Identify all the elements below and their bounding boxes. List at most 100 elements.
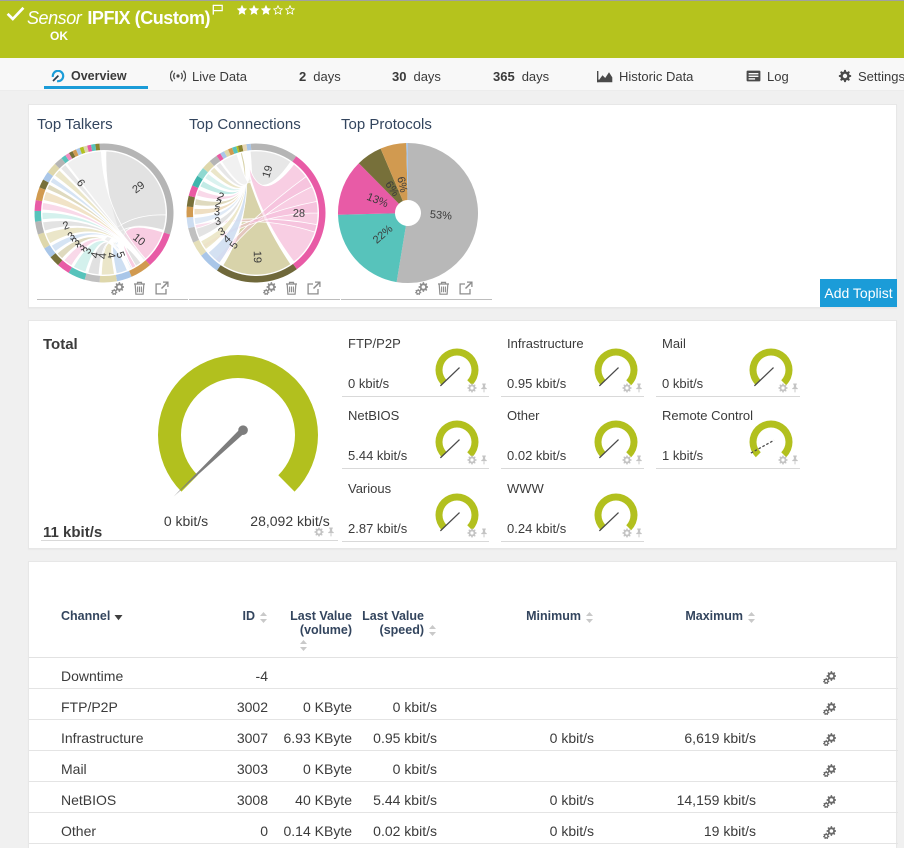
toplist-title[interactable]: Top Talkers	[37, 116, 113, 133]
star-filled-icon[interactable]	[237, 5, 247, 15]
table-row-mail[interactable]: Mail 3003 0 KByte 0 kbit/s	[29, 750, 898, 782]
table-row-infrastructure[interactable]: Infrastructure 3007 6.93 KByte 0.95 kbit/s 0…	[29, 719, 898, 751]
channel-gauge-value: 0 kbit/s	[348, 376, 390, 391]
tab-log[interactable]: Log	[746, 58, 789, 91]
toplist-title[interactable]: Top Protocols	[341, 116, 432, 133]
channel-settings-gears-icon[interactable]	[823, 668, 837, 684]
gauge-pin-icon[interactable]	[635, 383, 643, 393]
star-filled-icon[interactable]	[249, 5, 259, 15]
gauge-settings-gear-icon[interactable]	[467, 527, 477, 538]
star-empty-icon[interactable]	[273, 5, 283, 15]
gauge-settings-gear-icon[interactable]	[467, 455, 477, 465]
toplist-open-external-link-icon[interactable]	[155, 281, 169, 295]
channel-gauge-value: 2.87 kbit/s	[348, 520, 408, 536]
toplist-settings-gears-icon[interactable]	[415, 281, 428, 295]
star-empty-icon[interactable]	[285, 5, 295, 15]
gauge-pin-icon[interactable]	[791, 455, 799, 465]
star-filled-icon[interactable]	[261, 5, 271, 15]
sort-icon[interactable]	[259, 610, 268, 624]
toplist-open-external-link-icon[interactable]	[459, 281, 473, 295]
channel-gauge-cell-various: Various 2.87 kbit/s	[342, 470, 489, 542]
column-header-maximum[interactable]: Maximum	[685, 609, 743, 623]
top-talkers-chart[interactable]: 29 10 6 5 4 4 4 3 3 3 3 2	[29, 138, 179, 288]
cell-id: 3003	[181, 750, 268, 782]
toplist-settings-gears-icon[interactable]	[263, 281, 276, 295]
gauge-settings-gear-icon[interactable]	[467, 383, 477, 393]
cell-max	[594, 750, 756, 782]
total-gauge-min-label: 0 kbit/s	[163, 513, 209, 529]
gauge-settings-gear-icon[interactable]	[778, 383, 788, 393]
gauge-pin-icon[interactable]	[480, 528, 488, 538]
cell-speed: 0 kbit/s	[352, 688, 437, 720]
tab-settings[interactable]: Settings	[838, 58, 904, 91]
table-row-other[interactable]: Other 0 0.14 KByte 0.02 kbit/s 0 kbit/s 19 kb…	[29, 812, 898, 844]
toplist-delete-trash-icon[interactable]	[285, 281, 298, 295]
cell-channel: Mail	[29, 750, 181, 782]
gauge-pin-icon[interactable]	[327, 527, 335, 537]
channel-gauge-cell-ftp-p2p: FTP/P2P 0 kbit/s	[342, 325, 489, 397]
gauge-settings-gear-icon[interactable]	[622, 527, 632, 538]
toplist-open-external-link-icon[interactable]	[307, 281, 321, 295]
table-row-ftp-p2p[interactable]: FTP/P2P 3002 0 KByte 0 kbit/s	[29, 688, 898, 720]
cell-speed: 5.44 kbit/s	[352, 781, 437, 813]
column-header-last-value-volume[interactable]: Last Value (volume)	[290, 609, 352, 637]
add-toplist-button[interactable]: Add Toplist	[820, 279, 897, 307]
tab-days-number: 365	[493, 68, 515, 84]
column-header-channel[interactable]: Channel	[61, 609, 110, 623]
column-header-id[interactable]: ID	[243, 609, 256, 623]
channel-gauge-title: Other	[507, 408, 540, 423]
channel-settings-gears-icon[interactable]	[823, 730, 837, 746]
table-header-minimum: Minimum	[437, 562, 594, 658]
cell-channel: Other	[29, 812, 181, 844]
flag-icon[interactable]	[212, 4, 224, 15]
toplist-title[interactable]: Top Connections	[189, 116, 301, 133]
sort-icon[interactable]	[747, 610, 756, 624]
gauge-pin-icon[interactable]	[635, 528, 643, 538]
cell-channel: FTP/P2P	[29, 688, 181, 720]
tab-days-365[interactable]: 365 days	[493, 58, 549, 91]
gauge-settings-gear-icon[interactable]	[778, 455, 788, 465]
tab-days-2[interactable]: 2 days	[299, 58, 341, 91]
table-row-downtime[interactable]: Downtime -4	[29, 657, 898, 689]
top-connections-chart[interactable]: 19 28 19 5 4 3 3 3 2 2	[181, 138, 331, 288]
cell-speed: 0 kbit/s	[352, 750, 437, 782]
column-header-minimum[interactable]: Minimum	[526, 609, 581, 623]
table-header-last-value-speed: Last Value (speed)	[352, 562, 437, 658]
cell-vol: 0 KByte	[268, 750, 352, 782]
cell-min: 0 kbit/s	[437, 812, 594, 844]
channel-gauge-cell-other: Other 0.02 kbit/s	[501, 397, 644, 469]
priority-stars[interactable]	[237, 5, 295, 15]
gauge-pin-icon[interactable]	[791, 383, 799, 393]
tab-days-number: 30	[392, 68, 407, 84]
gauge-settings-gear-icon[interactable]	[314, 527, 324, 537]
toplist-cell-top-protocols: Top Protocols 53% 22% 13% 6% 6%	[338, 105, 493, 309]
toplist-settings-gears-icon[interactable]	[111, 281, 124, 295]
channel-settings-gears-icon[interactable]	[823, 761, 837, 777]
channel-settings-gears-icon[interactable]	[823, 792, 837, 808]
toplist-delete-trash-icon[interactable]	[133, 281, 146, 295]
sensor-header: Sensor IPFIX (Custom) OK	[0, 0, 904, 58]
channel-settings-gears-icon[interactable]	[823, 823, 837, 839]
table-row-netbios[interactable]: NetBIOS 3008 40 KByte 5.44 kbit/s 0 kbit/s 14…	[29, 781, 898, 813]
tab-bar: Overview Live Data 2 days 30 days 365 days Histo…	[0, 58, 904, 91]
gauge-pin-icon[interactable]	[635, 455, 643, 465]
tab-label: Settings	[858, 68, 904, 84]
tab-days-30[interactable]: 30 days	[392, 58, 441, 91]
gauge-settings-gear-icon[interactable]	[622, 383, 632, 393]
top-protocols-chart[interactable]: 53% 22% 13% 6% 6%	[333, 138, 483, 288]
sort-icon[interactable]	[299, 638, 308, 652]
column-header-last-value-speed[interactable]: Last Value (speed)	[362, 609, 424, 637]
tab-historic-data[interactable]: Historic Data	[597, 58, 693, 91]
gauge-settings-gear-icon[interactable]	[622, 455, 632, 465]
tab-overview[interactable]: Overview	[51, 58, 127, 91]
tab-live-data[interactable]: Live Data	[170, 58, 247, 91]
sort-icon[interactable]	[585, 610, 594, 624]
gauge-pin-icon[interactable]	[480, 455, 488, 465]
sort-icon[interactable]	[428, 623, 437, 637]
channel-gauge-cell-www: WWW 0.24 kbit/s	[501, 470, 644, 542]
cell-id: 3002	[181, 688, 268, 720]
channel-settings-gears-icon[interactable]	[823, 699, 837, 715]
gauge-pin-icon[interactable]	[480, 383, 488, 393]
toplist-delete-trash-icon[interactable]	[437, 281, 450, 295]
sort-desc-icon[interactable]	[114, 610, 123, 624]
